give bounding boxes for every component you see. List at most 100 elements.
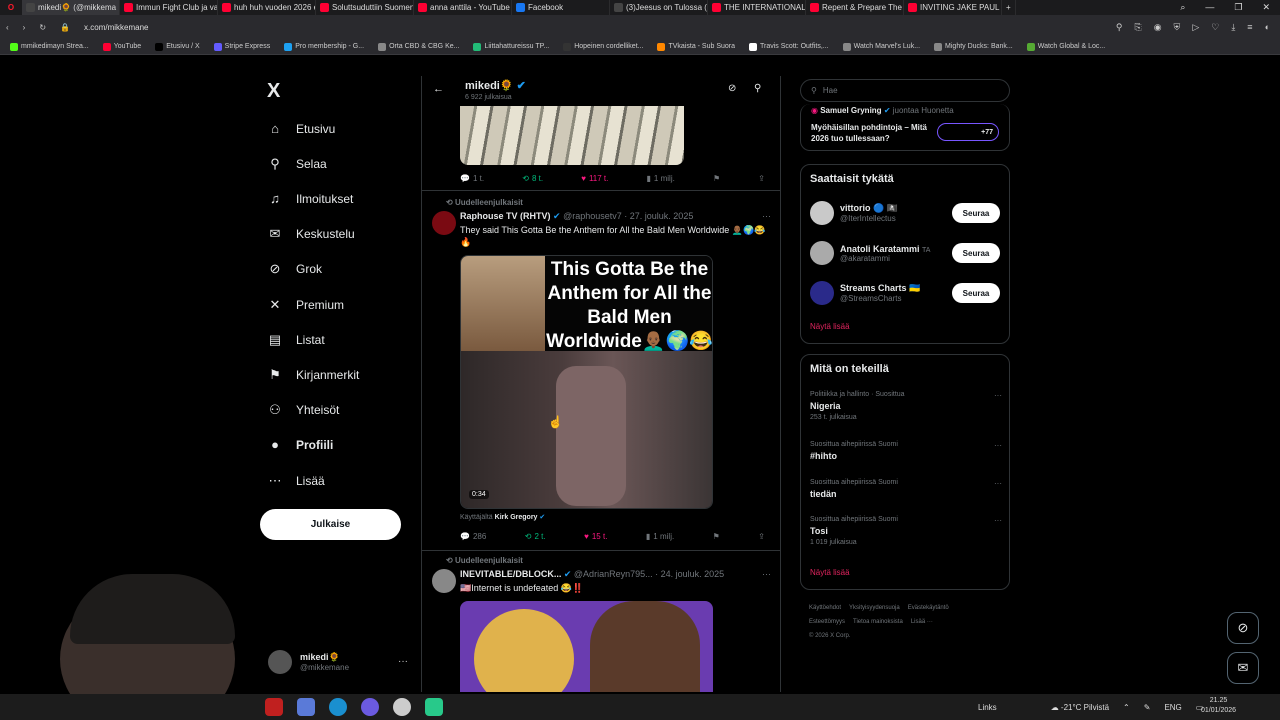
discord-app-icon[interactable] [361,698,379,716]
show-more-link[interactable]: Näytä lisää [810,568,850,577]
more-options-icon[interactable]: ··· [762,211,771,221]
opera-app-icon[interactable] [265,698,283,716]
sidebar-item-communities[interactable]: ⚇ Yhteisöt [268,402,339,418]
extension-icon[interactable]: ⎘ [1134,22,1141,33]
trend-item[interactable]: Suosittua aihepiirissä Suomi tiedän ··· [810,479,1002,499]
more-options-icon[interactable]: ··· [994,391,1002,400]
search-tabs-icon[interactable]: ⌕ [1180,2,1185,13]
bookmark-item[interactable]: Travis Scott: Outfits,... [749,42,829,51]
browser-tab[interactable]: Soluttsuduttiin Suomen [316,0,414,15]
opera-logo-icon[interactable]: O [0,0,22,15]
forward-icon[interactable]: › [23,23,26,32]
new-tab-button[interactable]: + [1002,0,1016,15]
views-button[interactable]: ▮ 1 milj. [647,174,675,183]
more-options-icon[interactable]: ··· [994,479,1002,488]
search-input[interactable]: ⚲ Hae [800,79,1010,102]
avatar[interactable] [432,211,456,235]
author-name[interactable]: Raphouse TV (RHTV) [460,211,551,221]
suggested-user[interactable]: Anatoli Karatammi ΤΑ @akaratammi Seuraa [810,241,1002,265]
sidebar-item-search[interactable]: ⚲ Selaa [268,156,326,172]
extension-icon[interactable]: ⚲ [1116,22,1123,33]
account-switcher[interactable]: mikedi🌻 @mikkemane ··· [268,650,408,674]
sidebar-item-more[interactable]: ⋯ Lisää [268,473,325,489]
edge-app-icon[interactable] [329,698,347,716]
browser-tab[interactable]: INVITING JAKE PAUL TO T [904,0,1002,15]
bookmark-item[interactable]: TVkaista - Sub Suora [657,42,735,51]
browser-tab[interactable]: Repent & Prepare The Wa [806,0,904,15]
bookmark-item[interactable]: Mighty Ducks: Bank... [934,42,1013,51]
camera-icon[interactable]: ◉ [1154,22,1162,33]
sidebar-item-mail[interactable]: ✉ Keskustelu [268,226,355,242]
browser-tab[interactable]: anna anttila - YouTube [414,0,512,15]
footer-link[interactable]: Yksityisyydensuoja [849,605,900,611]
suggested-user[interactable]: vittorio 🔵 🏴‍☠️ @IterIntellectus Seuraa [810,201,1002,225]
weather-widget[interactable]: ☁ -21°C Pilvistä [1051,703,1109,712]
post-date[interactable]: · 24. jouluk. 2025 [655,569,724,579]
footer-link[interactable]: Käyttöehdot [809,605,841,611]
browser-tab[interactable]: mikedi🌻 (@mikkema [22,0,120,15]
more-options-icon[interactable]: ··· [398,656,408,667]
footer-link[interactable]: Evästekäytäntö [908,605,949,611]
sidebar-item-bookmark[interactable]: ⚑ Kirjanmerkit [268,367,359,383]
grok-icon[interactable]: ⊘ [728,83,736,94]
language-indicator[interactable]: ENG [1164,703,1181,712]
sidebar-item-profile[interactable]: ● Profiili [268,437,333,452]
sidebar-item-x[interactable]: ✕ Premium [268,297,344,313]
source-user[interactable]: Kirk Gregory [495,514,538,521]
close-window-icon[interactable]: ✕ [1262,2,1270,13]
bookmark-button[interactable]: ⚑ [713,532,720,541]
download-icon[interactable]: ⤓ [1231,22,1235,33]
back-icon[interactable]: ‹ [6,23,9,32]
trend-item[interactable]: Politiikka ja hallinto · Suosittua Nigeri… [810,391,1002,421]
bookmark-item[interactable]: Orta CBD & CBG Ke... [378,42,459,51]
suggested-user[interactable]: Streams Charts 🇺🇦 @StreamsCharts Seuraa [810,281,1002,305]
post-date[interactable]: · 27. jouluk. 2025 [624,211,693,221]
footer-link[interactable]: © 2026 X Corp. [809,633,850,639]
x-logo-icon[interactable]: X [267,80,280,103]
play-icon[interactable]: ▷ [1192,22,1199,33]
bookmark-item[interactable]: Watch Global & Loc... [1026,42,1105,51]
sidebar-item-list[interactable]: ▤ Listat [268,332,325,348]
more-options-icon[interactable]: ··· [994,516,1002,525]
avatar[interactable] [432,569,456,593]
post-media-cash[interactable] [460,106,684,165]
repost-button[interactable]: ⟲ 2 t. [525,532,546,541]
sidebar-item-home[interactable]: ⌂ Etusivu [268,121,335,136]
post-video[interactable]: This Gotta Be the Anthem for All the Bal… [460,255,713,509]
bookmark-item[interactable]: Stripe Express [213,42,270,51]
maximize-icon[interactable]: ❐ [1234,2,1242,13]
bookmark-item[interactable]: Etusivu / X [155,42,200,51]
share-button[interactable]: ⇪ [758,532,765,541]
chat-app-icon[interactable] [425,698,443,716]
browser-tab[interactable]: huh huh vuoden 2026 ek [218,0,316,15]
bookmark-item[interactable]: YouTube [102,42,141,51]
sidebar-item-grok[interactable]: ⊘ Grok [268,261,322,277]
bookmark-item[interactable]: Watch Marvel's Luk... [842,42,920,51]
space-card[interactable]: ◉ Samuel Gryning ✔ juontaa Huonetta Myöh… [800,104,1010,151]
author-name[interactable]: INEVITABLE/DBLOCK... [460,569,561,579]
more-options-icon[interactable]: ··· [994,441,1002,450]
repost-button[interactable]: ⟲ 8 t. [522,174,543,183]
files-app-icon[interactable] [297,698,315,716]
more-options-icon[interactable]: ··· [762,569,771,579]
footer-link[interactable]: Lisää ··· [911,619,933,625]
share-button[interactable]: ⇪ [758,174,765,183]
follow-button[interactable]: Seuraa [952,203,1000,223]
back-arrow-icon[interactable]: ← [433,83,444,95]
menu-icon[interactable]: ≡ [1247,22,1252,33]
tray-chevron-icon[interactable]: ⌃ [1123,703,1130,712]
pen-icon[interactable]: ✎ [1144,703,1151,712]
trend-item[interactable]: Suosittua aihepiirissä Suomi Tosi 1 019 ju… [810,516,1002,546]
obs-app-icon[interactable] [393,698,411,716]
like-button[interactable]: ♥ 117 t. [581,174,608,183]
grok-fab-icon[interactable]: ⊘ [1227,612,1259,644]
trend-item[interactable]: Suosittua aihepiirissä Suomi #hihto ··· [810,441,1002,461]
author-handle[interactable]: @raphousetv7 [563,211,622,221]
bookmark-item[interactable]: mmikedimayn Strea... [10,42,89,51]
messages-fab-icon[interactable]: ✉ [1227,652,1259,684]
search-icon[interactable]: ⚲ [754,83,761,94]
follow-button[interactable]: Seuraa [952,283,1000,303]
browser-tab[interactable]: (3)Jeesus on Tulossa (@je [610,0,708,15]
like-button[interactable]: ♥ 15 t. [584,532,607,541]
links-toolbar[interactable]: Links [978,703,997,712]
